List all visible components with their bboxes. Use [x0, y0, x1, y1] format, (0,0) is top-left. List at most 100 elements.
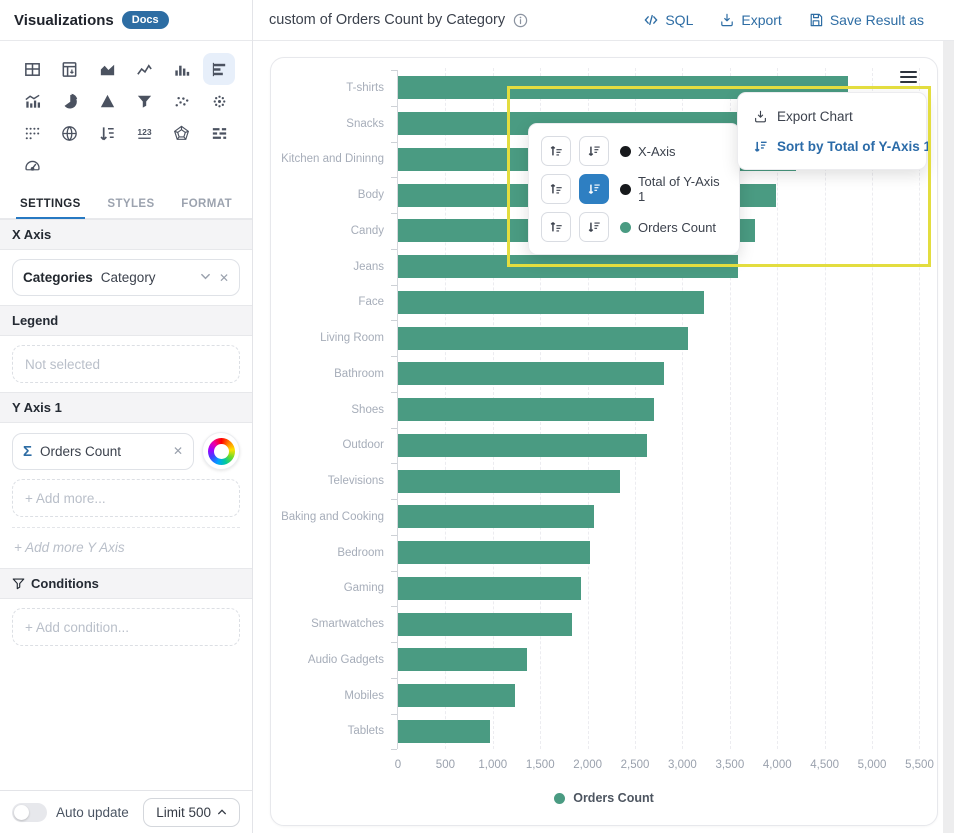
y-axis-tick — [391, 249, 397, 250]
main-area: custom of Orders Count by Category SQLEx… — [253, 0, 954, 833]
cluster-chart-icon[interactable] — [203, 85, 235, 117]
sort-ascending-button[interactable] — [541, 136, 571, 166]
y-axis-add-more-field[interactable]: + Add more... — [12, 479, 240, 517]
x-axis-field-name: Category — [101, 270, 192, 285]
gauge-chart-icon[interactable] — [17, 149, 49, 181]
bar-audio-gadgets[interactable] — [398, 648, 527, 671]
category-label: Bedroom — [271, 547, 384, 559]
action-label: Save Result as — [830, 12, 924, 28]
add-more-y-axis-link[interactable]: + Add more Y Axis — [12, 528, 240, 559]
x-axis-tick-label: 2,000 — [573, 759, 602, 771]
menu-item-export-chart[interactable]: Export Chart — [738, 101, 926, 131]
auto-update-label: Auto update — [56, 805, 134, 820]
category-label: Smartwatches — [271, 618, 384, 630]
parallel-chart-icon[interactable] — [203, 117, 235, 149]
bar-shoes[interactable] — [398, 398, 654, 421]
x-axis-tick-label: 1,000 — [478, 759, 507, 771]
chart-legend[interactable]: Orders Count — [271, 791, 937, 805]
main-scrollbar[interactable] — [943, 41, 954, 833]
tab-format[interactable]: FORMAT — [179, 189, 234, 218]
combo-chart-icon[interactable] — [17, 85, 49, 117]
x-axis-section-body: Categories Category ✕ — [0, 250, 252, 305]
legend-section-label: Legend — [12, 313, 58, 328]
bar-bedroom[interactable] — [398, 541, 590, 564]
y-axis-tick — [391, 642, 397, 643]
bar-outdoor[interactable] — [398, 434, 647, 457]
category-label: Televisions — [271, 475, 384, 487]
dot-matrix-icon[interactable] — [17, 117, 49, 149]
bar-bathroom[interactable] — [398, 362, 664, 385]
limit-button[interactable]: Limit 500 — [143, 798, 240, 827]
bar-mobiles[interactable] — [398, 684, 515, 707]
y-axis-tick — [391, 70, 397, 71]
save-result-as-button[interactable]: Save Result as — [808, 12, 924, 28]
category-label: T-shirts — [271, 82, 384, 94]
sort-descending-button[interactable] — [579, 212, 609, 242]
y-axis-field-select[interactable]: Σ Orders Count ✕ — [12, 433, 194, 470]
y-axis-tick — [391, 535, 397, 536]
chart-menu-icon[interactable] — [900, 71, 917, 86]
y-axis-clear-icon[interactable]: ✕ — [173, 445, 183, 457]
docs-badge[interactable]: Docs — [122, 11, 169, 29]
horizontal-bar-chart-icon[interactable] — [203, 53, 235, 85]
sidebar-header: Visualizations Docs — [0, 0, 252, 41]
pivot-table-icon[interactable] — [54, 53, 86, 85]
x-axis-field-select[interactable]: Categories Category ✕ — [12, 259, 240, 296]
export-button[interactable]: Export — [719, 12, 781, 28]
line-chart-icon[interactable] — [129, 53, 161, 85]
sidebar-settings-panel: X Axis Categories Category ✕ Legend Not … — [0, 219, 252, 790]
funnel-chart-icon[interactable] — [129, 85, 161, 117]
menu-item-sort-by-total-of-y-axis-1[interactable]: Sort by Total of Y-Axis 1 — [738, 131, 926, 161]
bar-living-room[interactable] — [398, 327, 688, 350]
category-label: Kitchen and Dininng — [271, 153, 384, 165]
sort-numbers-icon[interactable] — [91, 117, 123, 149]
y-axis-section-body: Σ Orders Count ✕ + Add more... + Add mor… — [0, 423, 252, 568]
conditions-section-label: Conditions — [31, 576, 99, 591]
pie-chart-icon[interactable] — [54, 85, 86, 117]
sigma-aggregate-icon: Σ — [23, 443, 32, 460]
bar-televisions[interactable] — [398, 470, 620, 493]
radar-chart-icon[interactable] — [166, 117, 198, 149]
bar-tablets[interactable] — [398, 720, 490, 743]
export-icon — [719, 12, 735, 28]
bar-face[interactable] — [398, 291, 704, 314]
bar-smartwatches[interactable] — [398, 613, 572, 636]
sort-descending-button[interactable] — [579, 136, 609, 166]
category-label: Face — [271, 296, 384, 308]
area-chart-icon[interactable] — [91, 53, 123, 85]
chart-type-icon-grid: 123 — [0, 41, 252, 187]
sort-descending-button[interactable] — [579, 174, 609, 204]
bar-baking-and-cooking[interactable] — [398, 505, 594, 528]
add-condition-field[interactable]: + Add condition... — [12, 608, 240, 646]
y-axis-tick — [391, 499, 397, 500]
sort-ascending-button[interactable] — [541, 212, 571, 242]
info-icon[interactable] — [513, 13, 528, 28]
bar-jeans[interactable] — [398, 255, 738, 278]
category-label: Shoes — [271, 404, 384, 416]
x-axis-clear-icon[interactable]: ✕ — [219, 272, 229, 284]
bar-chart-icon[interactable] — [166, 53, 198, 85]
sort-ascending-button[interactable] — [541, 174, 571, 204]
map-chart-icon[interactable] — [54, 117, 86, 149]
y-axis-section-header: Y Axis 1 — [0, 392, 252, 423]
auto-update-toggle[interactable] — [12, 803, 47, 822]
pyramid-chart-icon[interactable] — [91, 85, 123, 117]
tab-styles[interactable]: STYLES — [105, 189, 156, 218]
sql-button[interactable]: SQL — [643, 12, 693, 28]
number-card-icon[interactable]: 123 — [129, 117, 161, 149]
scatter-plot-icon[interactable] — [166, 85, 198, 117]
sidebar-title: Visualizations — [14, 12, 114, 29]
sort-row-total-of-y-axis-1: Total of Y-Axis 1 — [541, 174, 727, 204]
menu-item-label: Export Chart — [777, 109, 853, 124]
x-axis-tick-label: 3,500 — [715, 759, 744, 771]
chevron-down-icon[interactable] — [200, 271, 211, 284]
gridline — [872, 68, 873, 749]
limit-button-label: Limit 500 — [156, 805, 211, 820]
series-color-picker-button[interactable] — [202, 432, 240, 470]
category-label: Tablets — [271, 725, 384, 737]
legend-field-placeholder[interactable]: Not selected — [12, 345, 240, 383]
x-axis-tick-label: 5,000 — [858, 759, 887, 771]
bar-gaming[interactable] — [398, 577, 581, 600]
tab-settings[interactable]: SETTINGS — [18, 189, 83, 218]
table-icon[interactable] — [17, 53, 49, 85]
